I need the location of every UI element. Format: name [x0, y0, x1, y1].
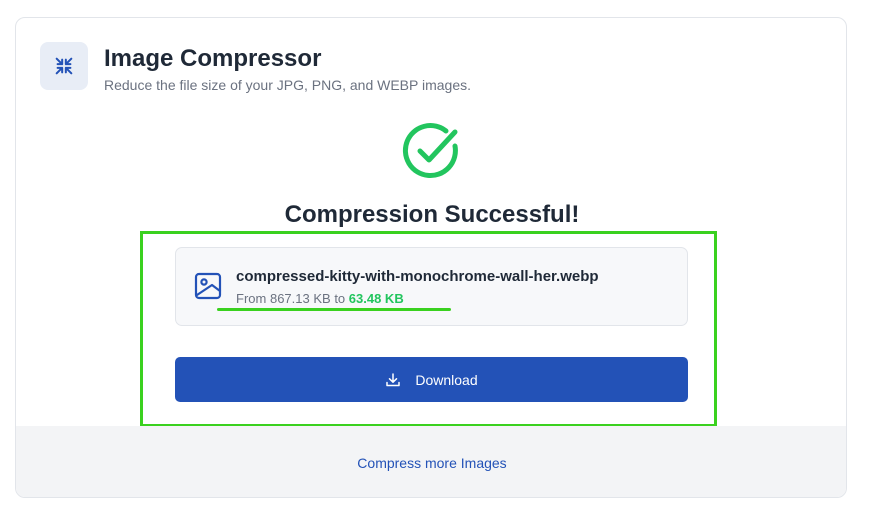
image-file-icon — [194, 272, 222, 300]
app-title: Image Compressor — [104, 45, 322, 72]
file-result-box: compressed-kitty-with-monochrome-wall-he… — [175, 247, 688, 326]
compress-arrows-icon — [40, 42, 88, 90]
download-button[interactable]: Download — [175, 357, 688, 402]
file-size-info: From 867.13 KB to 63.48 KB — [236, 291, 404, 306]
download-label: Download — [415, 371, 478, 388]
download-icon — [386, 372, 401, 386]
compress-more-link[interactable]: Compress more Images — [357, 455, 506, 471]
compressor-card: Image Compressor Reduce the file size of… — [15, 17, 847, 498]
to-word: to — [334, 291, 346, 306]
check-circle-icon — [402, 123, 458, 179]
card-footer: Compress more Images — [16, 426, 846, 497]
from-prefix: From — [236, 291, 267, 306]
app-header: Image Compressor Reduce the file size of… — [40, 42, 471, 93]
file-name: compressed-kitty-with-monochrome-wall-he… — [236, 268, 599, 285]
success-title: Compression Successful! — [284, 201, 580, 228]
app-subtitle: Reduce the file size of your JPG, PNG, a… — [104, 77, 472, 93]
compressed-size: 63.48 KB — [348, 291, 404, 306]
size-underline — [217, 308, 451, 311]
original-size: 867.13 KB — [269, 291, 331, 306]
